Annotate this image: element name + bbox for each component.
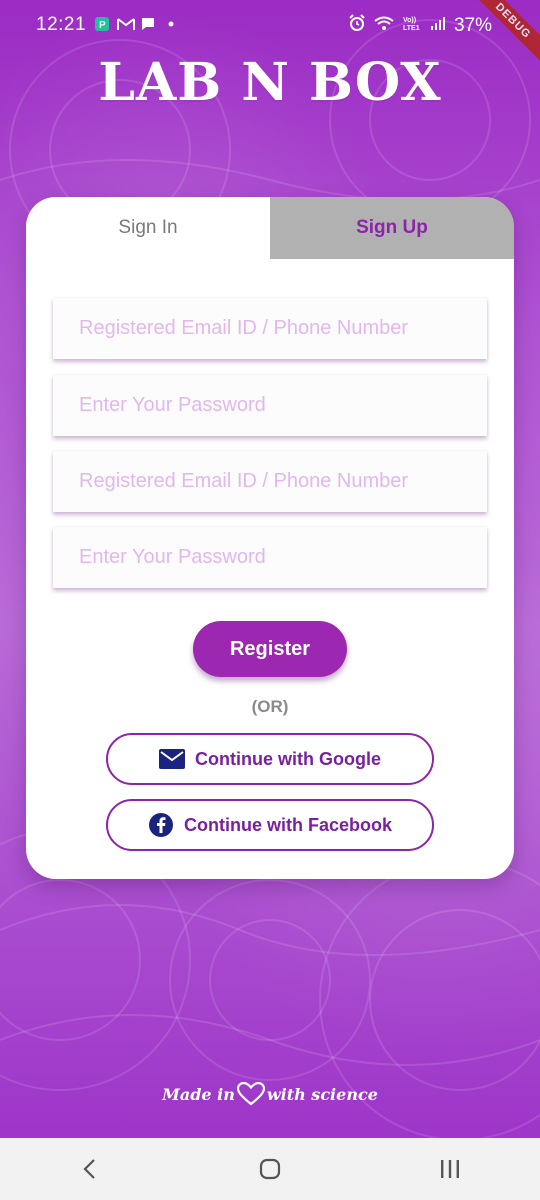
or-divider: (OR) (251, 697, 289, 716)
dot-icon (163, 16, 180, 33)
email-field-2[interactable] (53, 451, 487, 512)
svg-text:Vo)): Vo)) (403, 17, 416, 24)
alarm-icon (348, 14, 366, 38)
password-field-container (53, 375, 487, 436)
status-left-icons: P (94, 16, 180, 33)
password-field[interactable] (53, 375, 487, 436)
svg-text:P: P (99, 20, 106, 31)
facebook-icon (148, 812, 174, 838)
google-button-label: Continue with Google (195, 748, 381, 769)
recents-button[interactable] (420, 1149, 480, 1189)
back-icon (83, 1159, 95, 1179)
email-field-container (53, 298, 487, 359)
back-button[interactable] (60, 1149, 120, 1189)
password-field-2-container (53, 527, 487, 588)
home-icon (259, 1158, 281, 1180)
svg-text:LTE1: LTE1 (403, 25, 420, 32)
email-field-2-container (53, 451, 487, 512)
continue-with-google-button[interactable]: Continue with Google (106, 733, 434, 785)
auth-tabs: Sign In Sign Up (26, 197, 514, 259)
battery-percent: 37% (453, 15, 492, 36)
system-nav-bar (0, 1138, 540, 1200)
email-field[interactable] (53, 298, 487, 359)
signal-icon (430, 15, 446, 37)
register-button-label: Register (229, 637, 311, 660)
heart-icon (236, 1082, 265, 1106)
facebook-button-label: Continue with Facebook (183, 814, 392, 835)
status-bar: 12:21 P Vo)) LTE1 37% DEBUG (0, 0, 540, 67)
home-button[interactable] (240, 1149, 300, 1189)
app-logo: LAB N BOX (98, 52, 442, 113)
status-time: 12:21 (36, 14, 87, 35)
made-in-text: Made in (162, 1084, 235, 1104)
continue-with-facebook-button[interactable]: Continue with Facebook (106, 799, 434, 851)
mail-icon (159, 749, 185, 769)
volte-icon: Vo)) LTE1 (402, 14, 422, 38)
with-science-text: with science (266, 1084, 378, 1104)
status-right: Vo)) LTE1 37% (348, 14, 492, 38)
tab-sign-in[interactable]: Sign In (26, 197, 270, 259)
tab-sign-in-label: Sign In (118, 217, 178, 238)
password-field-2[interactable] (53, 527, 487, 588)
tab-sign-up-label: Sign Up (356, 217, 428, 238)
register-button[interactable]: Register (193, 621, 347, 677)
message-icon (140, 16, 157, 33)
auth-card: Sign In Sign Up Register (OR) Continue w… (26, 197, 514, 879)
gmail-icon (117, 16, 135, 33)
recents-icon (441, 1160, 459, 1178)
tab-sign-up[interactable]: Sign Up (270, 197, 514, 259)
wifi-icon (374, 15, 394, 37)
made-in-footer: Made in with science (0, 1082, 540, 1106)
pay-icon: P (94, 16, 111, 33)
